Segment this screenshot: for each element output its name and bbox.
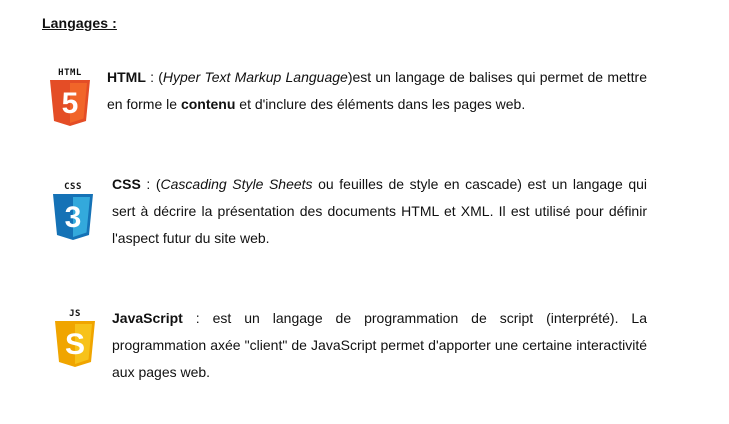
html-emphasis: contenu	[180, 96, 236, 112]
javascript-term: JavaScript	[112, 310, 183, 326]
html-description: HTML : (Hyper Text Markup Language)est u…	[107, 64, 647, 118]
html5-logo-digit: 5	[62, 87, 79, 120]
javascript-logo: JS S	[53, 309, 97, 367]
html5-logo: HTML 5	[48, 68, 92, 126]
css-expansion: Cascading Style Sheets	[160, 176, 313, 192]
html-text-b: et d'inclure des éléments dans les pages…	[235, 96, 526, 112]
css-sep: : (	[140, 176, 161, 192]
css-term: CSS	[112, 176, 141, 192]
css3-logo: CSS 3	[51, 182, 95, 240]
css3-logo-label: CSS	[64, 182, 82, 192]
css-description: CSS : (Cascading Style Sheets ou feuille…	[112, 171, 647, 252]
javascript-sep: :	[182, 310, 213, 326]
javascript-logo-digit: S	[65, 328, 85, 361]
html5-icon: 5	[50, 80, 90, 126]
javascript-description: JavaScript : est un langage de programma…	[112, 305, 647, 386]
html5-logo-label: HTML	[58, 68, 82, 78]
css3-icon: 3	[53, 194, 93, 240]
section-heading: Langages :	[42, 15, 117, 31]
html-expansion: Hyper Text Markup Language	[162, 69, 348, 85]
html-sep: : (	[145, 69, 163, 85]
css3-logo-digit: 3	[65, 201, 82, 234]
html-term: HTML	[107, 69, 146, 85]
javascript-icon: S	[55, 321, 95, 367]
javascript-logo-label: JS	[69, 309, 81, 319]
